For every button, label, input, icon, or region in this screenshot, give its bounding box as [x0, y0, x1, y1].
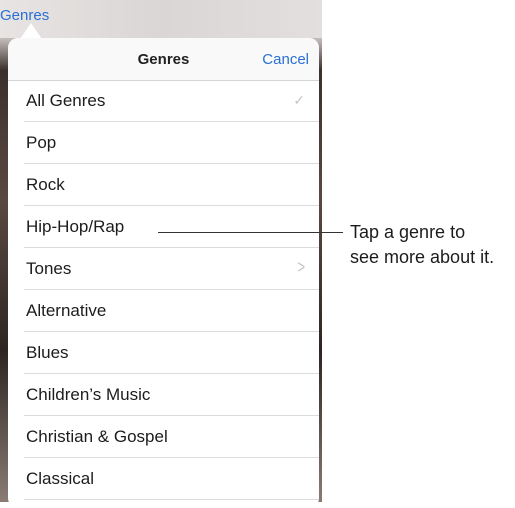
popover-arrow [20, 23, 42, 39]
genre-label: Christian & Gospel [26, 427, 168, 446]
genre-row-blues[interactable]: Blues [24, 332, 319, 374]
genre-row-christian-gospel[interactable]: Christian & Gospel [24, 416, 319, 458]
genre-row-tones[interactable]: Tones > [24, 248, 319, 290]
popover-nav-bar: Genres Cancel [8, 38, 319, 81]
genre-label: Blues [26, 343, 69, 362]
genre-label: Tones [26, 259, 72, 278]
genre-row-classical[interactable]: Classical [24, 458, 319, 500]
genre-label: Hip-Hop/Rap [26, 217, 125, 236]
genre-list: All Genres ✓ Pop Rock Hip-Hop/Rap Tones … [8, 80, 319, 500]
genres-popover: Genres Cancel All Genres ✓ Pop Rock Hip-… [8, 38, 319, 508]
genre-label: Pop [26, 133, 57, 152]
genre-row-hip-hop-rap[interactable]: Hip-Hop/Rap [24, 206, 319, 248]
genre-row-pop[interactable]: Pop [24, 122, 319, 164]
callout-line-1: Tap a genre to [350, 222, 466, 242]
genre-row-rock[interactable]: Rock [24, 164, 319, 206]
callout-line [158, 232, 343, 233]
genre-row-alternative[interactable]: Alternative [24, 290, 319, 332]
callout-line-2: see more about it. [350, 247, 495, 267]
genre-label: Alternative [26, 301, 107, 320]
genre-label: Rock [26, 175, 65, 194]
genre-label: All Genres [26, 91, 106, 110]
genre-row-childrens-music[interactable]: Children’s Music [24, 374, 319, 416]
genre-label: Classical [26, 469, 95, 488]
chevron-right-icon: > [298, 257, 306, 277]
callout-text: Tap a genre to see more about it. [350, 220, 515, 270]
cancel-button[interactable]: Cancel [262, 51, 309, 68]
genre-row-all-genres[interactable]: All Genres ✓ [24, 80, 319, 122]
checkmark-icon: ✓ [293, 92, 305, 108]
genre-label: Children’s Music [26, 385, 151, 404]
genres-link[interactable]: Genres [0, 7, 49, 24]
